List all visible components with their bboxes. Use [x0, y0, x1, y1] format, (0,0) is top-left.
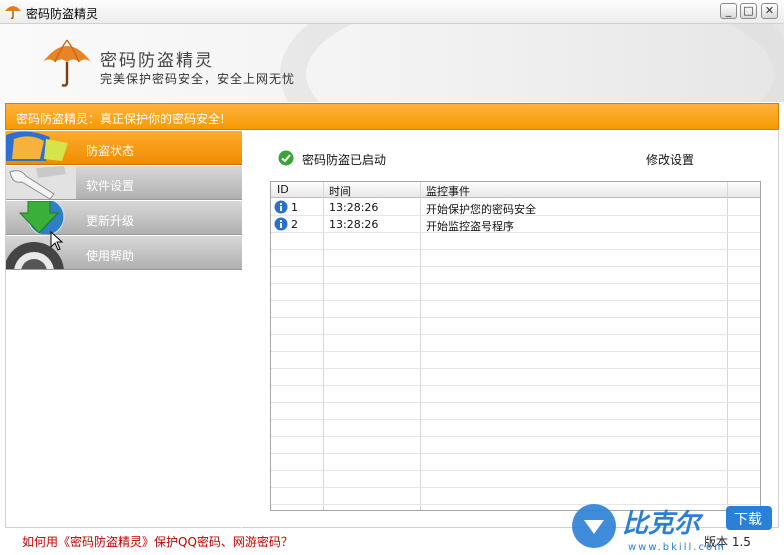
sidebar-item-label: 使用帮助 — [86, 249, 135, 263]
row-separator — [271, 266, 760, 267]
row-id: 1 — [291, 201, 298, 214]
banner-decoration — [280, 24, 784, 102]
title-bar: 密码防盗精灵 _ □ ✕ — [0, 0, 784, 24]
row-separator — [271, 351, 760, 352]
row-time: 13:28:26 — [329, 201, 379, 214]
protection-status: 密码防盗已启动 — [302, 153, 387, 167]
maximize-button[interactable]: □ — [740, 3, 757, 19]
info-icon — [274, 200, 288, 214]
row-separator — [271, 283, 760, 284]
row-id: 2 — [291, 218, 298, 231]
help-link[interactable]: 如何用《密码防盗精灵》保护QQ密码、网游密码？ — [22, 533, 293, 550]
header-banner: 密码防盗精灵 完美保护密码安全，安全上网无忧 — [0, 24, 784, 102]
help-lifebuoy-icon — [6, 242, 64, 269]
row-time: 13:28:26 — [329, 218, 379, 231]
sidebar-item-label: 软件设置 — [86, 179, 135, 193]
row-separator — [271, 300, 760, 301]
row-separator — [271, 249, 760, 250]
sidebar-item-update[interactable]: 更新升级 — [6, 201, 242, 235]
row-separator — [271, 368, 760, 369]
window-title: 密码防盗精灵 — [26, 7, 99, 21]
close-button[interactable]: ✕ — [761, 3, 778, 19]
sidebar-item-status[interactable]: 防盗状态 — [6, 131, 242, 165]
watermark-brand: 比克尔 — [622, 509, 704, 539]
app-slogan: 完美保护密码安全，安全上网无忧 — [100, 72, 296, 86]
sidebar: 防盗状态 软件设置 更新升级 使用帮助 — [5, 131, 242, 528]
notice-text: 密码防盗精灵：真正保护你的密码安全! — [16, 112, 225, 126]
row-separator — [271, 317, 760, 318]
row-separator — [271, 453, 760, 454]
column-header-event[interactable]: 监控事件 — [426, 183, 470, 199]
column-header-time[interactable]: 时间 — [329, 183, 351, 199]
umbrella-logo-icon — [43, 39, 91, 87]
row-separator — [271, 436, 760, 437]
column-header-id[interactable]: ID — [277, 183, 289, 196]
row-separator — [271, 385, 760, 386]
info-icon — [274, 217, 288, 231]
watermark-badge: 下载 — [734, 512, 762, 528]
row-separator — [271, 419, 760, 420]
row-separator — [271, 470, 760, 471]
notice-bar: 密码防盗精灵：真正保护你的密码安全! — [5, 103, 779, 130]
row-separator — [271, 334, 760, 335]
shield-icon — [6, 131, 68, 161]
event-log-table: ID 时间 监控事件 1 13:28:26 开始保护您的密码安全 2 13:28… — [270, 181, 761, 511]
check-circle-icon — [278, 150, 294, 166]
bkill-watermark-logo: 比克尔 下载 www.bkill.com — [572, 504, 772, 553]
row-separator — [271, 232, 760, 233]
app-name: 密码防盗精灵 — [100, 51, 214, 71]
mouse-cursor-icon — [50, 231, 64, 251]
table-row[interactable]: 1 13:28:26 开始保护您的密码安全 — [271, 199, 760, 216]
table-row[interactable]: 2 13:28:26 开始监控盗号程序 — [271, 216, 760, 233]
umbrella-icon — [5, 6, 21, 19]
modify-settings-link[interactable]: 修改设置 — [646, 151, 694, 168]
sidebar-item-help[interactable]: 使用帮助 — [6, 236, 242, 270]
wrench-icon — [6, 166, 76, 199]
row-separator — [271, 215, 760, 216]
table-header: ID 时间 监控事件 — [271, 182, 760, 198]
watermark-url: www.bkill.com — [628, 542, 726, 553]
update-globe-icon — [18, 201, 65, 234]
minimize-button[interactable]: _ — [720, 3, 737, 19]
sidebar-item-label: 防盗状态 — [86, 144, 135, 158]
row-separator — [271, 402, 760, 403]
sidebar-item-settings[interactable]: 软件设置 — [6, 166, 242, 200]
main-panel: 密码防盗已启动 修改设置 ID 时间 监控事件 1 13:28:26 开始保护您… — [242, 131, 779, 528]
sidebar-item-label: 更新升级 — [86, 214, 135, 228]
row-separator — [271, 487, 760, 488]
